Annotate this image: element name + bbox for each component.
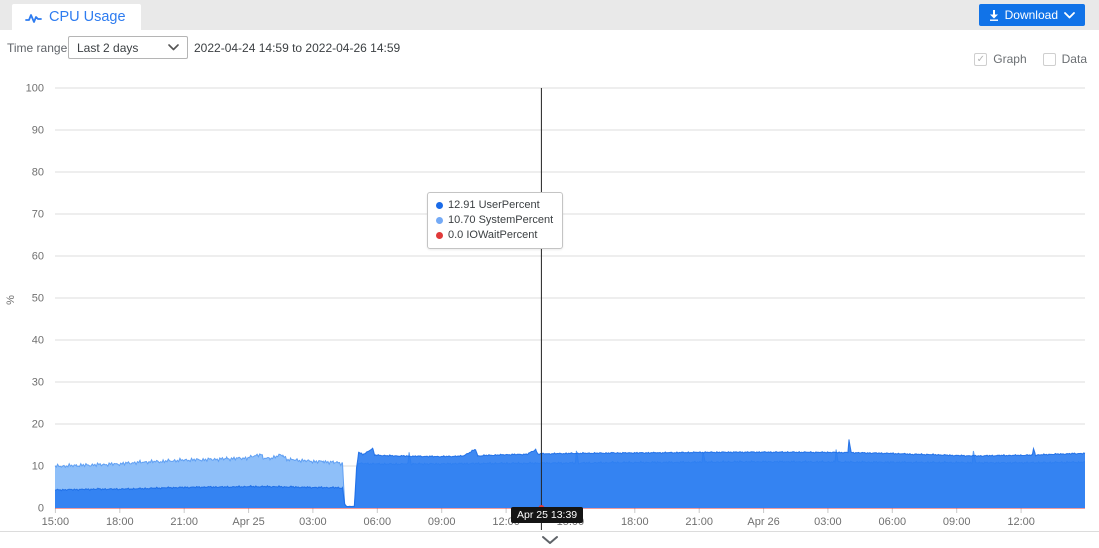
series-color-dot [436,202,443,209]
svg-text:40: 40 [32,335,44,347]
svg-text:90: 90 [32,125,44,137]
svg-text:09:00: 09:00 [428,516,456,528]
chart-hover-tooltip: 12.91 UserPercent10.70 SystemPercent0.0 … [427,192,563,249]
svg-text:12:00: 12:00 [1007,516,1035,528]
tooltip-item: 0.0 IOWaitPercent [436,228,553,243]
svg-text:06:00: 06:00 [364,516,392,528]
cpu-usage-page: CPU Usage Download Time range: Last 2 da… [0,0,1099,548]
svg-text:03:00: 03:00 [814,516,842,528]
svg-text:18:00: 18:00 [621,516,649,528]
svg-text:10: 10 [32,461,44,473]
svg-text:100: 100 [26,83,44,95]
crosshair-time-label: Apr 25 13:39 [511,507,583,523]
svg-text:50: 50 [32,293,44,305]
svg-text:06:00: 06:00 [879,516,907,528]
tooltip-item: 10.70 SystemPercent [436,213,553,228]
svg-text:03:00: 03:00 [299,516,327,528]
svg-text:20: 20 [32,419,44,431]
cpu-usage-chart[interactable]: 0 10 20 30 40 50 60 70 80 90 100% 15:00 18:00 21:00 Ap… [0,0,1099,548]
svg-text:09:00: 09:00 [943,516,971,528]
svg-text:70: 70 [32,209,44,221]
series-color-dot [436,217,443,224]
svg-text:21:00: 21:00 [170,516,198,528]
svg-text:0: 0 [38,503,44,515]
svg-text:60: 60 [32,251,44,263]
svg-text:15:00: 15:00 [42,516,70,528]
collapse-panel-button[interactable] [540,533,560,545]
bottom-divider [0,531,1099,532]
series-color-dot [436,232,443,239]
tooltip-item: 12.91 UserPercent [436,198,553,213]
chevron-down-icon [541,535,559,545]
svg-text:21:00: 21:00 [685,516,713,528]
svg-text:30: 30 [32,377,44,389]
svg-text:%: % [5,295,17,305]
svg-text:Apr 25: Apr 25 [232,516,264,528]
svg-text:18:00: 18:00 [106,516,134,528]
svg-text:Apr 26: Apr 26 [747,516,779,528]
svg-text:80: 80 [32,167,44,179]
